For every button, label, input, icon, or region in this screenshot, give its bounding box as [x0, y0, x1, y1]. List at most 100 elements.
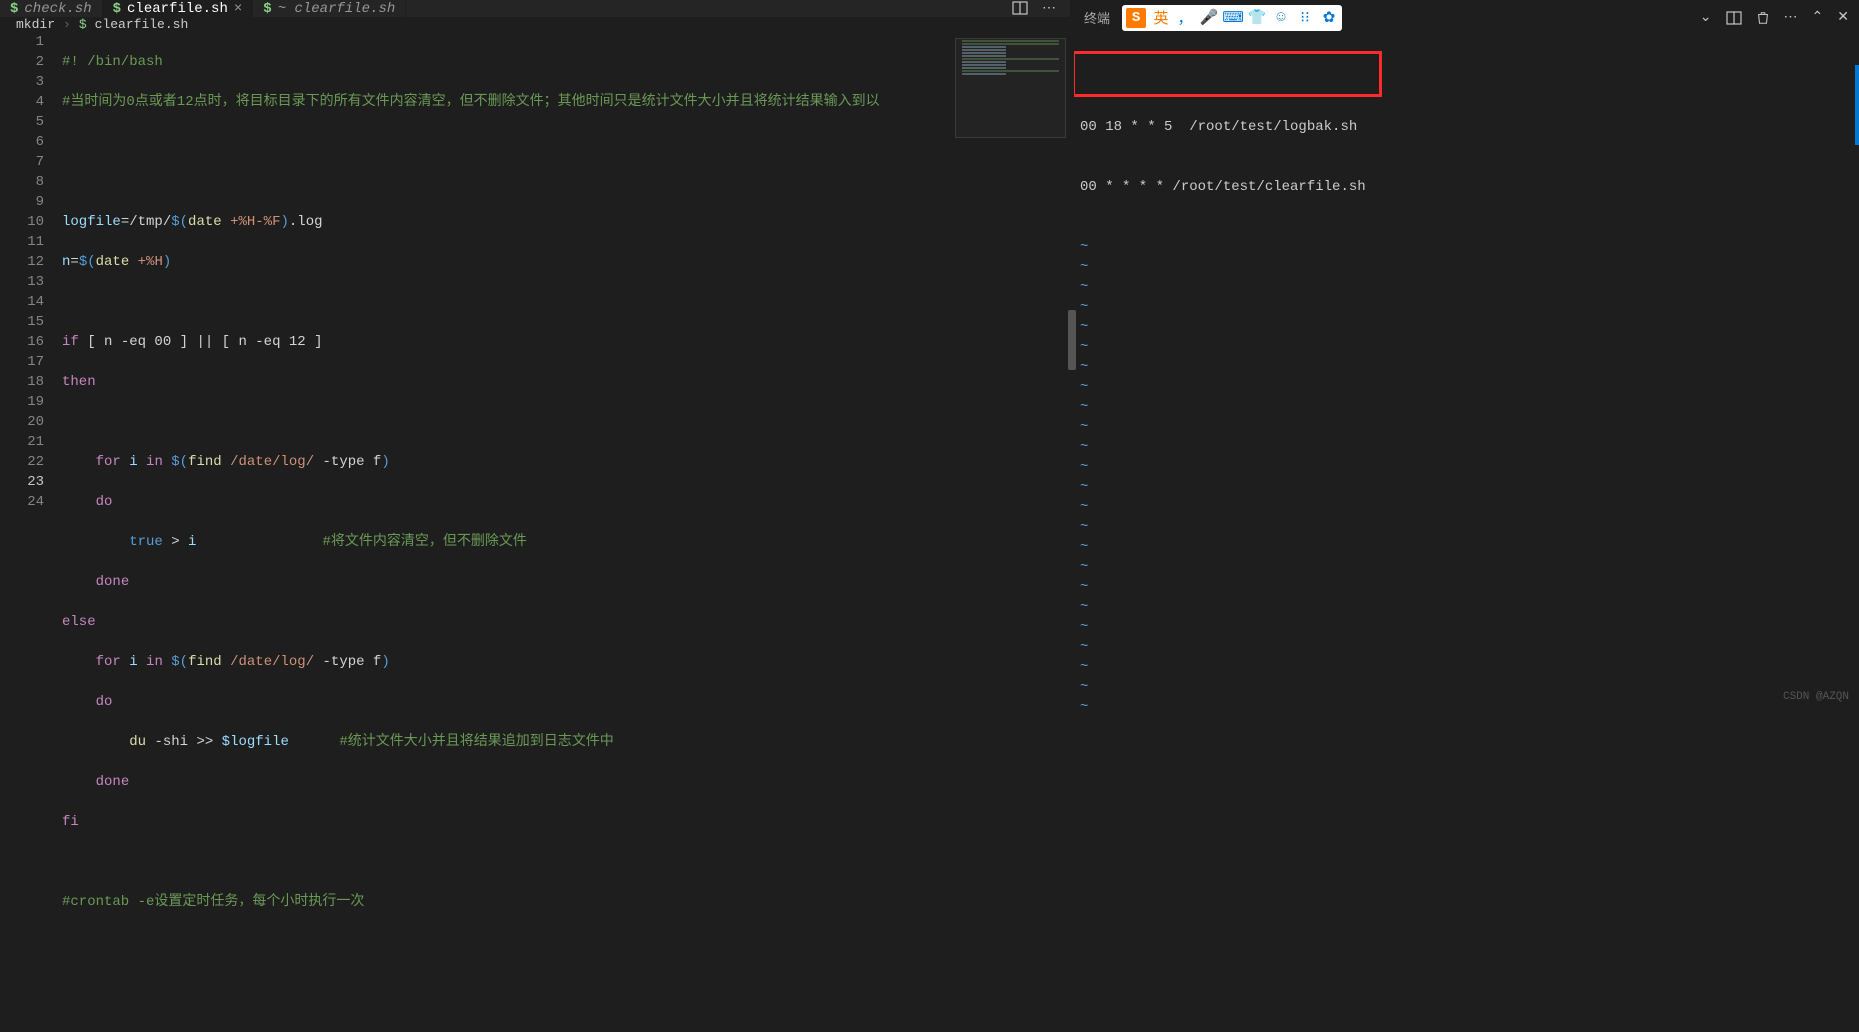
line-number: 23 [0, 472, 44, 492]
tabs-bar: $ check.sh $ clearfile.sh × $ ~ clearfil… [0, 0, 1070, 17]
ime-toolbar[interactable]: S 英 ， 🎤 ⌨ 👕 ☺ ⁝⁝ ✿ [1122, 5, 1342, 31]
line-number: 11 [0, 232, 44, 252]
ime-toolbox-icon[interactable]: ⁝⁝ [1296, 9, 1314, 27]
line-number: 13 [0, 272, 44, 292]
ime-voice-icon[interactable]: 🎤 [1200, 9, 1218, 27]
line-number: 15 [0, 312, 44, 332]
line-number: 22 [0, 452, 44, 472]
line-number: 20 [0, 412, 44, 432]
vim-tilde: ~ [1080, 459, 1088, 475]
close-icon[interactable]: × [234, 1, 242, 17]
bash-icon: $ [79, 17, 87, 32]
tab-clearfile-sh[interactable]: $ clearfile.sh × [103, 0, 254, 17]
chevron-right-icon: › [63, 17, 71, 32]
line-number: 24 [0, 492, 44, 512]
bash-icon: $ [263, 1, 271, 17]
tab-label: clearfile.sh [127, 1, 228, 17]
line-numbers: 123456789101112131415161718192021222324 [0, 32, 62, 1032]
line-number: 8 [0, 172, 44, 192]
vim-tilde: ~ [1080, 539, 1088, 555]
maximize-icon[interactable]: ⌃ [1812, 9, 1824, 26]
ime-keyboard-icon[interactable]: ⌨ [1224, 9, 1242, 27]
terminal-line: 00 * * * * /root/test/clearfile.sh [1080, 179, 1366, 195]
vim-tilde: ~ [1080, 299, 1088, 315]
comment: #当时间为0点或者12点时，将目标目录下的所有文件内容清空，但不删除文件；其他时… [62, 94, 880, 110]
vim-tilde: ~ [1080, 399, 1088, 415]
terminal-toolbar: ⌄ ⋯ ⌃ ✕ [1700, 9, 1849, 26]
line-number: 12 [0, 252, 44, 272]
line-number: 18 [0, 372, 44, 392]
breadcrumb-folder[interactable]: mkdir [16, 17, 55, 32]
tab-check-sh[interactable]: $ check.sh [0, 0, 103, 17]
line-number: 9 [0, 192, 44, 212]
watermark: CSDN @AZQN [1783, 687, 1849, 707]
vim-tilde: ~ [1080, 359, 1088, 375]
editor[interactable]: 123456789101112131415161718192021222324 … [0, 32, 1070, 1032]
line-number: 16 [0, 332, 44, 352]
vim-tilde: ~ [1080, 499, 1088, 515]
line-number: 1 [0, 32, 44, 52]
ime-lang-icon[interactable]: 英 [1152, 9, 1170, 27]
vim-tilde: ~ [1080, 579, 1088, 595]
line-number: 21 [0, 432, 44, 452]
vim-tilde: ~ [1080, 599, 1088, 615]
tab-clearfile-preview[interactable]: $ ~ clearfile.sh [253, 0, 406, 17]
line-number: 2 [0, 52, 44, 72]
tab-label: check.sh [24, 1, 91, 17]
bash-icon: $ [113, 1, 121, 17]
scrollbar[interactable] [1855, 65, 1859, 145]
ime-skin-icon[interactable]: 👕 [1248, 9, 1266, 27]
highlight-annotation [1074, 51, 1382, 97]
tab-label: ~ clearfile.sh [278, 1, 396, 17]
vim-tilde: ~ [1080, 239, 1088, 255]
line-number: 4 [0, 92, 44, 112]
sogou-logo-icon[interactable]: S [1126, 8, 1146, 28]
vim-tilde: ~ [1080, 519, 1088, 535]
vim-tilde: ~ [1080, 559, 1088, 575]
tab-actions: ⋯ [1012, 0, 1070, 17]
line-number: 19 [0, 392, 44, 412]
close-icon[interactable]: ✕ [1837, 9, 1849, 26]
vim-tilde: ~ [1080, 659, 1088, 675]
ime-punct-icon[interactable]: ， [1176, 9, 1194, 27]
vim-tilde: ~ [1080, 679, 1088, 695]
minimap[interactable] [950, 32, 1070, 1032]
vim-tilde: ~ [1080, 439, 1088, 455]
vim-tilde: ~ [1080, 259, 1088, 275]
ime-settings-icon[interactable]: ✿ [1320, 9, 1338, 27]
vim-tilde: ~ [1080, 339, 1088, 355]
line-number: 3 [0, 72, 44, 92]
terminal-line: 00 18 * * 5 /root/test/logbak.sh [1080, 119, 1357, 135]
vim-tilde: ~ [1080, 419, 1088, 435]
ime-emoji-icon[interactable]: ☺ [1272, 9, 1290, 27]
vim-tilde: ~ [1080, 619, 1088, 635]
line-number: 10 [0, 212, 44, 232]
trash-icon[interactable] [1756, 11, 1770, 25]
code-area[interactable]: #! /bin/bash #当时间为0点或者12点时，将目标目录下的所有文件内容… [62, 32, 950, 1032]
terminal-panel: 终端 S 英 ， 🎤 ⌨ 👕 ☺ ⁝⁝ ✿ ⌄ ⋯ ⌃ ✕ 00 [1074, 0, 1859, 711]
more-icon[interactable]: ⋯ [1042, 0, 1056, 17]
vim-tilde: ~ [1080, 379, 1088, 395]
more-icon[interactable]: ⋯ [1784, 9, 1798, 26]
minimap-viewport[interactable] [955, 38, 1066, 138]
vim-tilde: ~ [1080, 279, 1088, 295]
vim-tilde: ~ [1080, 479, 1088, 495]
chevron-down-icon[interactable]: ⌄ [1700, 9, 1712, 26]
line-number: 6 [0, 132, 44, 152]
terminal-header: 终端 S 英 ， 🎤 ⌨ 👕 ☺ ⁝⁝ ✿ ⌄ ⋯ ⌃ ✕ [1074, 0, 1859, 35]
split-terminal-icon[interactable] [1726, 10, 1742, 26]
bash-icon: $ [10, 1, 18, 17]
vim-tilde: ~ [1080, 639, 1088, 655]
terminal-label[interactable]: 终端 [1084, 8, 1110, 27]
breadcrumb[interactable]: mkdir › $ clearfile.sh [0, 17, 1070, 32]
line-number: 5 [0, 112, 44, 132]
line-number: 14 [0, 292, 44, 312]
breadcrumb-file[interactable]: clearfile.sh [95, 17, 189, 32]
editor-panel: $ check.sh $ clearfile.sh × $ ~ clearfil… [0, 0, 1070, 711]
line-number: 17 [0, 352, 44, 372]
split-editor-icon[interactable] [1012, 0, 1028, 17]
terminal-body[interactable]: 00 18 * * 5 /root/test/logbak.sh 00 * * … [1074, 35, 1859, 711]
line-number: 7 [0, 152, 44, 172]
vim-tilde: ~ [1080, 699, 1088, 711]
vim-tilde: ~ [1080, 319, 1088, 335]
